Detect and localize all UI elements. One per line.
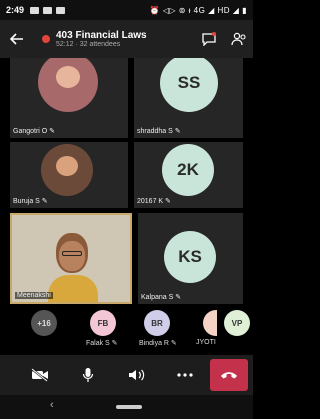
chat-icon	[202, 32, 216, 46]
camera-off-icon	[31, 368, 48, 382]
participant-chip[interactable]: FB	[90, 310, 116, 336]
hang-up-button[interactable]	[210, 359, 248, 391]
avatar: 2K	[162, 144, 214, 196]
participant-chip[interactable]: VP	[224, 310, 250, 336]
people-icon	[231, 32, 246, 46]
back-arrow-icon	[10, 33, 23, 45]
avatar	[38, 58, 98, 112]
mic-toggle-button[interactable]	[68, 359, 108, 391]
participant-name: JYOTI	[196, 339, 216, 346]
participant-tile[interactable]: Gangotri O ✎	[10, 58, 128, 138]
back-button[interactable]	[0, 20, 34, 58]
participant-chip[interactable]: BR	[144, 310, 170, 336]
avatar: KS	[164, 231, 216, 283]
participant-video	[12, 215, 130, 302]
more-options-button[interactable]	[165, 359, 205, 391]
status-indicators: ⏰ ◁▷ ⊚ ᵻ 4G ◢ HD ◢ ▮	[149, 5, 247, 15]
chat-button[interactable]	[194, 20, 224, 58]
participant-name: Falak S ✎	[86, 340, 118, 347]
status-bar: 2:49 ⏰ ◁▷ ⊚ ᵻ 4G ◢ HD ◢ ▮	[0, 0, 253, 20]
participant-name: Bindiya R ✎	[139, 340, 177, 347]
meeting-header: 403 Financial Laws 52:12 · 32 attendees	[0, 20, 253, 58]
meeting-indicator-icon	[42, 35, 50, 43]
participant-tile[interactable]: 2K 20167 K ✎	[134, 142, 243, 208]
participant-name: Gangotri O ✎	[13, 128, 56, 135]
participant-chip[interactable]	[203, 310, 217, 336]
avatar: SS	[160, 58, 218, 112]
hang-up-icon	[221, 372, 237, 379]
more-participants-chip[interactable]: +16	[31, 310, 57, 336]
participant-name: 20167 K ✎	[137, 198, 171, 205]
participant-roster: +16 FB Falak S ✎ BR Bindiya R ✎ JYOTI VP	[0, 307, 253, 355]
participant-name: Meenakshi	[15, 292, 53, 299]
microphone-icon	[82, 368, 94, 382]
status-time: 2:49	[6, 5, 25, 15]
camera-toggle-button[interactable]	[20, 359, 60, 391]
participant-tile[interactable]: KS Kalpana S ✎	[138, 213, 243, 304]
nav-back-icon[interactable]: ‹	[50, 399, 54, 411]
participant-video-tile[interactable]: Meenakshi	[10, 213, 132, 304]
nav-home-pill[interactable]	[116, 405, 142, 409]
meeting-title: 403 Financial Laws	[56, 29, 147, 41]
participant-tile[interactable]: Buruja S ✎	[10, 142, 128, 208]
participant-name: Kalpana S ✎	[141, 294, 182, 301]
avatar	[41, 144, 93, 196]
system-nav-bar: ‹	[0, 395, 253, 419]
speaker-button[interactable]	[117, 359, 157, 391]
participant-grid: Gangotri O ✎ SS shraddha S ✎ Buruja S ✎ …	[10, 58, 243, 304]
notification-icon	[30, 6, 40, 14]
participants-button[interactable]	[224, 20, 254, 58]
participant-name: shraddha S ✎	[137, 128, 181, 135]
participant-tile[interactable]: SS shraddha S ✎	[134, 58, 243, 138]
notification-icon	[56, 6, 66, 14]
notification-icon	[43, 6, 53, 14]
more-icon	[177, 373, 193, 377]
call-controls	[0, 355, 253, 395]
participant-name: Buruja S ✎	[13, 198, 48, 205]
meeting-subtitle: 52:12 · 32 attendees	[56, 40, 121, 48]
speaker-icon	[129, 369, 145, 381]
